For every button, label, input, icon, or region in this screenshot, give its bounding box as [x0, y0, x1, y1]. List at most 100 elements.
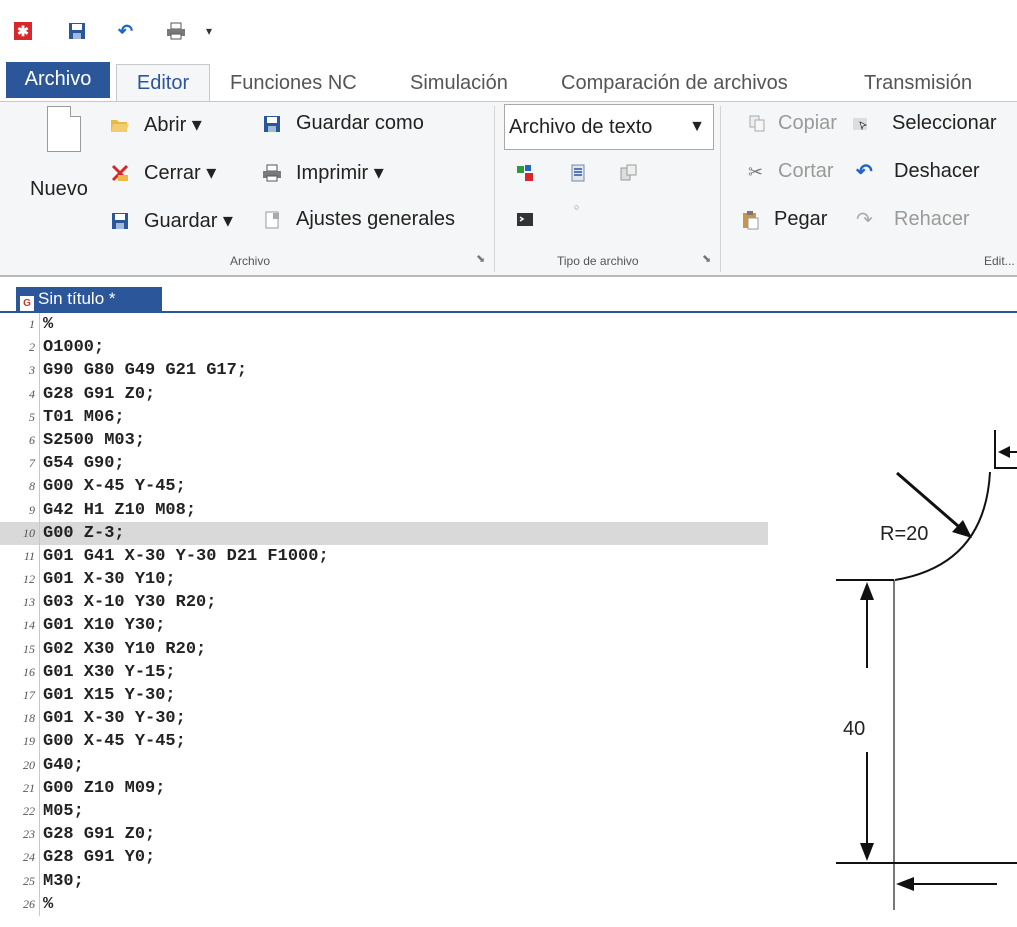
code-line[interactable]: 20 G40;: [0, 753, 800, 777]
code-text[interactable]: G02 X30 Y10 R20;: [40, 638, 206, 661]
terminal-icon[interactable]: [516, 210, 534, 228]
general-settings-button[interactable]: Ajustes generales: [262, 208, 455, 231]
ribbon-tabs: Archivo Editor Funciones NC Simulación C…: [0, 60, 1017, 102]
line-number: 25: [0, 869, 40, 893]
code-editor[interactable]: 1% 2 O1000; 3 G90 G80 G49 G21 G17; 4 G28 G91 Z…: [0, 313, 800, 916]
save-icon[interactable]: [68, 22, 86, 40]
line-number: 1: [0, 313, 40, 337]
undo-icon[interactable]: ↶: [118, 22, 136, 40]
code-line[interactable]: 1%: [0, 313, 800, 337]
code-line[interactable]: 8 G00 X-45 Y-45;: [0, 475, 800, 499]
code-text[interactable]: G90 G80 G49 G21 G17;: [40, 359, 247, 382]
code-text[interactable]: G01 X-30 Y10;: [40, 568, 176, 591]
code-line[interactable]: 11 G01 G41 X-30 Y-30 D21 F1000;: [0, 544, 800, 569]
document-tab[interactable]: G Sin título *: [16, 287, 162, 312]
code-line[interactable]: 9 G42 H1 Z10 M08;: [0, 498, 800, 522]
new-document-icon[interactable]: [47, 106, 81, 152]
code-line[interactable]: 6 S2500 M03;: [0, 428, 800, 453]
copy-label: Copiar: [778, 112, 837, 134]
code-line[interactable]: 12 G01 X-30 Y10;: [0, 568, 800, 592]
code-text[interactable]: G00 X-45 Y-45;: [40, 730, 186, 753]
new-label: Nuevo: [30, 178, 88, 200]
save-as-button[interactable]: Guardar como: [262, 112, 424, 135]
undo-button[interactable]: ↶ Deshacer: [856, 160, 980, 183]
save-as-icon: [262, 114, 282, 134]
code-line[interactable]: 5 T01 M06;: [0, 405, 800, 429]
code-line[interactable]: 22 M05;: [0, 799, 800, 824]
code-text[interactable]: M05;: [40, 800, 84, 823]
tab-archivo[interactable]: Archivo: [6, 62, 110, 98]
document-tab-label: Sin título *: [38, 289, 116, 308]
code-line[interactable]: 17 G01 X15 Y-30;: [0, 684, 800, 708]
customize-toolbar-icon[interactable]: ▾: [206, 22, 224, 40]
code-line[interactable]: 24 G28 G91 Y0;: [0, 846, 800, 870]
code-text[interactable]: G28 G91 Z0;: [40, 383, 155, 406]
close-label: Cerrar ▾: [144, 162, 217, 184]
cut-button[interactable]: ✂ Cortar: [748, 160, 834, 183]
code-line[interactable]: 16 G01 X30 Y-15;: [0, 660, 800, 684]
tab-editor[interactable]: Editor: [116, 64, 210, 102]
text-list-icon[interactable]: [569, 164, 587, 182]
code-line[interactable]: 25 M30;: [0, 869, 800, 893]
tab-transmision[interactable]: Transmisión: [856, 68, 980, 102]
code-text[interactable]: G00 X-45 Y-45;: [40, 475, 186, 498]
code-line[interactable]: 15 G02 X30 Y10 R20;: [0, 637, 800, 661]
code-line[interactable]: 19 G00 X-45 Y-45;: [0, 730, 800, 754]
code-text[interactable]: O1000;: [40, 336, 104, 359]
select-label: Seleccionar: [892, 112, 997, 134]
code-text[interactable]: G40;: [40, 754, 84, 777]
code-text[interactable]: G28 G91 Y0;: [40, 846, 155, 869]
code-text[interactable]: G00 Z10 M09;: [40, 777, 165, 800]
print-button[interactable]: Imprimir ▾: [262, 160, 384, 185]
close-button[interactable]: Cerrar ▾: [110, 160, 216, 185]
ribbon: Nuevo Abrir ▾ Cerrar ▾ Guardar ▾ Guardar…: [0, 101, 1017, 277]
code-line[interactable]: 2 O1000;: [0, 336, 800, 360]
code-line[interactable]: 7 G54 G90;: [0, 452, 800, 476]
tipo-launcher-icon[interactable]: ⬊: [702, 252, 711, 265]
tab-comparacion[interactable]: Comparación de archivos: [553, 68, 796, 102]
redo-button[interactable]: ↷ Rehacer: [856, 208, 970, 231]
line-number: 24: [0, 846, 40, 870]
select-button[interactable]: Seleccionar: [852, 112, 997, 135]
compare-files-icon[interactable]: [619, 164, 637, 182]
colored-tags-icon[interactable]: [516, 164, 534, 182]
code-text[interactable]: G54 G90;: [40, 452, 125, 475]
tab-simulacion[interactable]: Simulación: [402, 68, 516, 102]
code-text[interactable]: G01 X-30 Y-30;: [40, 707, 186, 730]
code-line[interactable]: 18 G01 X-30 Y-30;: [0, 707, 800, 731]
code-text[interactable]: G28 G91 Z0;: [40, 823, 155, 846]
tab-funciones-nc[interactable]: Funciones NC: [222, 68, 365, 102]
part-drawing: R=20 40: [820, 400, 1017, 927]
copy-button[interactable]: Copiar: [748, 112, 837, 135]
print-icon[interactable]: [166, 22, 185, 40]
file-type-value: Archivo de texto: [509, 116, 653, 138]
code-line[interactable]: 26%: [0, 892, 800, 916]
code-text[interactable]: G00 Z-3;: [40, 522, 125, 545]
code-line[interactable]: 14 G01 X10 Y30;: [0, 614, 800, 638]
code-line[interactable]: 21 G00 Z10 M09;: [0, 776, 800, 800]
code-line[interactable]: 13 G03 X-10 Y30 R20;: [0, 591, 800, 615]
save-button[interactable]: Guardar ▾: [110, 208, 233, 233]
code-text[interactable]: M30;: [40, 870, 84, 893]
code-text[interactable]: %: [40, 313, 53, 336]
code-text[interactable]: G01 G41 X-30 Y-30 D21 F1000;: [40, 545, 329, 568]
code-text[interactable]: T01 M06;: [40, 406, 125, 429]
code-text[interactable]: G01 X10 Y30;: [40, 614, 165, 637]
small-circle-icon[interactable]: ○: [574, 202, 592, 220]
code-text[interactable]: G03 X-10 Y30 R20;: [40, 591, 216, 614]
code-text[interactable]: G01 X15 Y-30;: [40, 684, 176, 707]
code-text[interactable]: %: [40, 893, 53, 916]
code-line[interactable]: 3 G90 G80 G49 G21 G17;: [0, 359, 800, 383]
code-text[interactable]: G42 H1 Z10 M08;: [40, 499, 196, 522]
code-text[interactable]: G01 X30 Y-15;: [40, 661, 176, 684]
archivo-launcher-icon[interactable]: ⬊: [476, 252, 485, 265]
new-button[interactable]: Nuevo: [30, 178, 88, 201]
code-line[interactable]: 4 G28 G91 Z0;: [0, 382, 800, 406]
code-line[interactable]: 23 G28 G91 Z0;: [0, 823, 800, 847]
app-logo-icon[interactable]: ✱: [14, 22, 32, 40]
file-type-select[interactable]: Archivo de texto ▼: [504, 104, 714, 150]
open-button[interactable]: Abrir ▾: [110, 112, 202, 137]
code-line[interactable]: 10 G00 Z-3;: [0, 521, 768, 545]
paste-button[interactable]: Pegar: [740, 208, 827, 231]
code-text[interactable]: S2500 M03;: [40, 429, 145, 452]
